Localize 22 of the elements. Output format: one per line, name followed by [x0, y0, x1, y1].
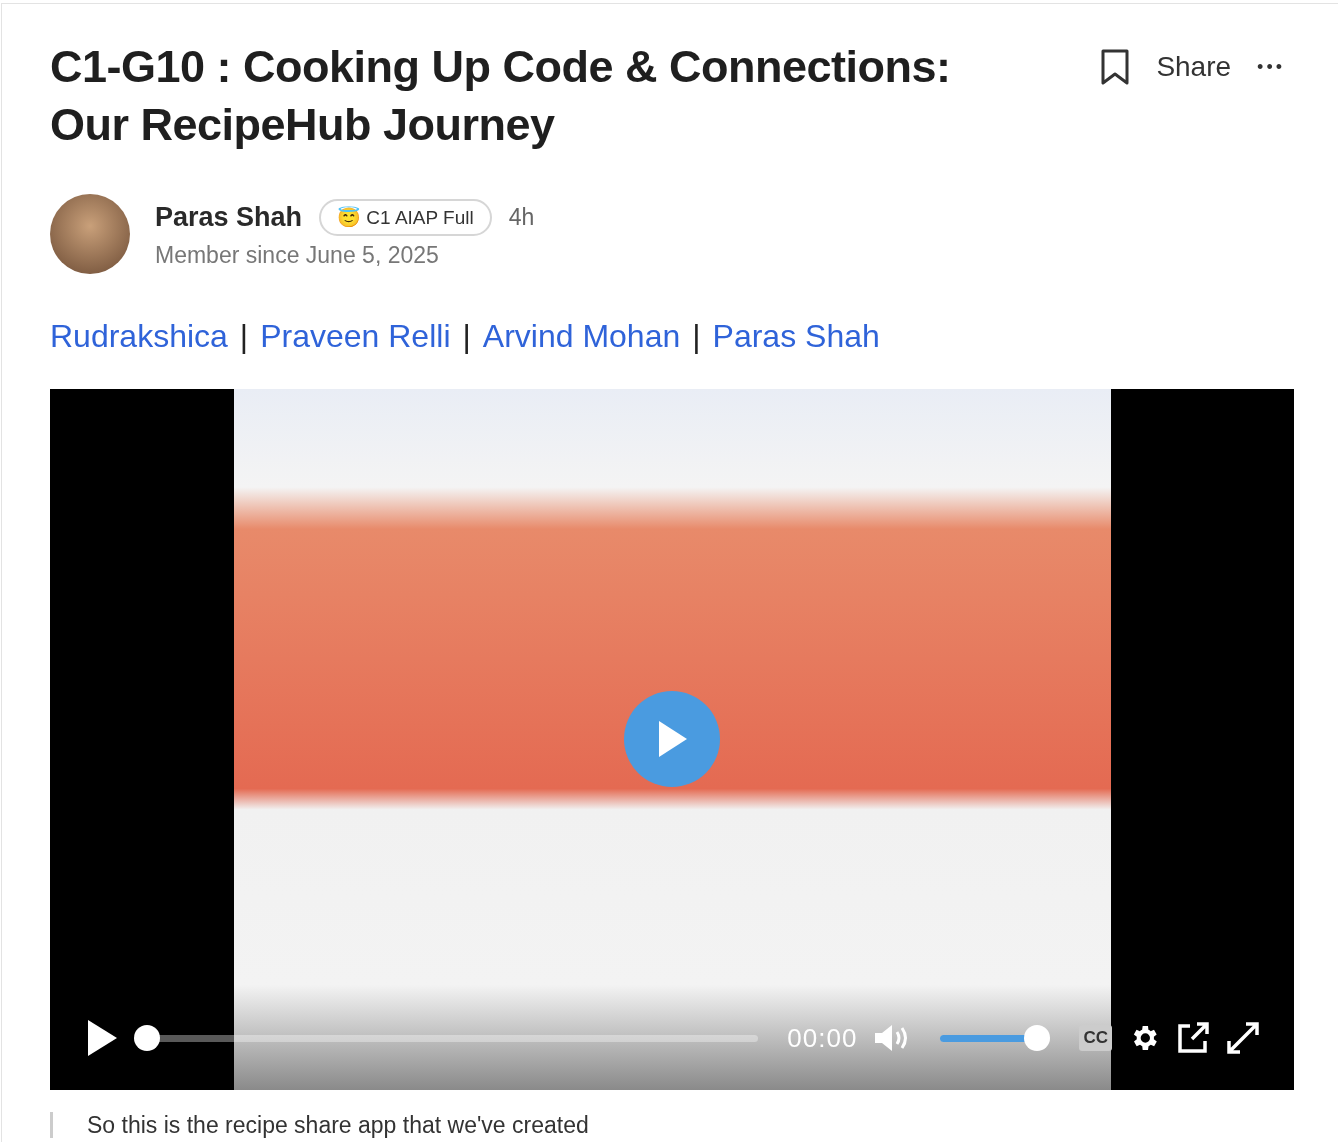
more-button[interactable]: ••• — [1257, 56, 1285, 78]
bookmark-icon[interactable] — [1100, 48, 1131, 86]
member-link[interactable]: Rudrakshica — [50, 318, 228, 355]
separator: | — [462, 318, 471, 355]
post-time: 4h — [508, 204, 535, 231]
separator: | — [239, 318, 249, 355]
separator: | — [692, 318, 701, 355]
member-link[interactable]: Paras Shah — [712, 318, 880, 355]
member-since: Member since June 5, 2025 — [155, 242, 440, 269]
member-link[interactable]: Arvind Mohan — [482, 318, 681, 355]
video-time: 00:00 — [787, 1022, 858, 1054]
play-icon[interactable] — [86, 1019, 118, 1057]
captions-button[interactable]: CC — [1079, 1025, 1112, 1051]
share-button[interactable]: Share — [1156, 51, 1232, 83]
slider-thumb[interactable] — [134, 1025, 160, 1051]
member-link[interactable]: Praveen Relli — [260, 318, 451, 355]
fullscreen-icon[interactable] — [1226, 1021, 1260, 1055]
post-title: C1-G10 : Cooking Up Code & Connections: Our RecipeHub Journey — [50, 40, 952, 152]
external-link-icon[interactable] — [1176, 1021, 1210, 1055]
transcript-quote: So this is the recipe share app that we've created — [50, 1112, 1293, 1138]
author-name: Paras Shah — [155, 202, 303, 233]
member-badge: 😇 C1 AIAP Full — [319, 199, 492, 236]
